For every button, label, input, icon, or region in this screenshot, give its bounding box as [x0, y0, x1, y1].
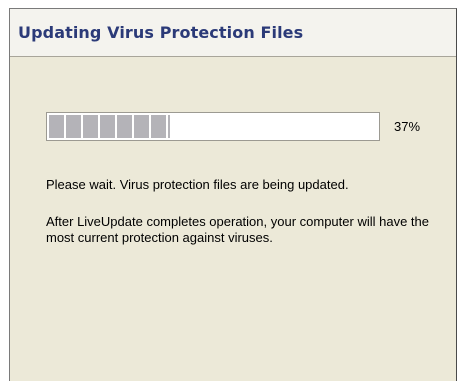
progress-segment [66, 115, 81, 138]
dialog-header: Updating Virus Protection Files [10, 9, 456, 57]
progress-segment [83, 115, 98, 138]
info-message: After LiveUpdate completes operation, yo… [46, 214, 429, 245]
progress-segment [49, 115, 64, 138]
progress-segments [49, 115, 170, 138]
progress-segment [100, 115, 115, 138]
progress-segment [168, 115, 170, 138]
progress-segment [134, 115, 149, 138]
status-message: Please wait. Virus protection files are … [46, 177, 349, 192]
progress-percent: 37% [394, 119, 421, 134]
progress-segment [117, 115, 132, 138]
progress-segment [151, 115, 166, 138]
progress-bar-fill [49, 115, 170, 138]
update-dialog: Updating Virus Protection Files 37% Plea… [9, 8, 457, 381]
dialog-title: Updating Virus Protection Files [18, 23, 304, 42]
progress-bar [46, 112, 380, 141]
